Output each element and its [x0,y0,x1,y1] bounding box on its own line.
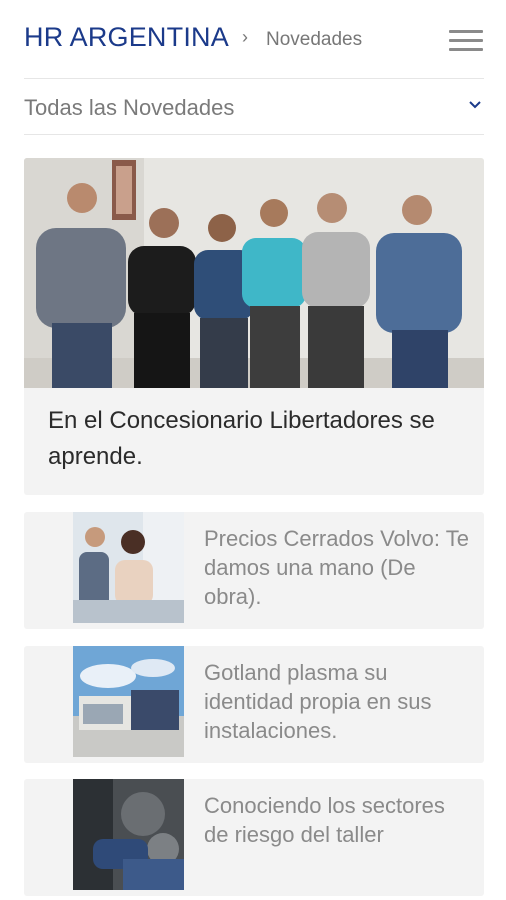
category-filter-dropdown[interactable]: Todas las Novedades [24,80,484,134]
news-thumbnail [73,646,184,757]
brand-title[interactable]: HR ARGENTINA [24,22,229,53]
breadcrumb-separator-icon: › [242,27,248,47]
news-title: Gotland plasma su identidad propia en su… [204,660,432,743]
news-list-item[interactable]: Precios Cerrados Volvo: Te damos una man… [24,512,484,629]
divider [24,134,484,135]
featured-news-photo [24,158,484,388]
news-thumbnail [73,779,184,890]
filter-selected-value: Todas las Novedades [24,95,235,120]
news-list-item[interactable]: Gotland plasma su identidad propia en su… [24,646,484,763]
news-thumbnail [73,512,184,623]
news-title: Precios Cerrados Volvo: Te damos una man… [204,526,469,609]
app-header: HR ARGENTINA › Novedades [24,22,484,62]
divider [24,78,484,79]
news-list-item[interactable]: Conociendo los sectores de riesgo del ta… [24,779,484,896]
featured-news-card[interactable]: En el Concesionario Libertadores se apre… [24,158,484,495]
breadcrumb-current: Novedades [266,29,363,50]
featured-news-title: En el Concesionario Libertadores se apre… [48,407,435,470]
news-title: Conociendo los sectores de riesgo del ta… [204,793,445,847]
hamburger-menu-icon[interactable] [449,28,483,54]
chevron-down-icon [469,101,481,109]
